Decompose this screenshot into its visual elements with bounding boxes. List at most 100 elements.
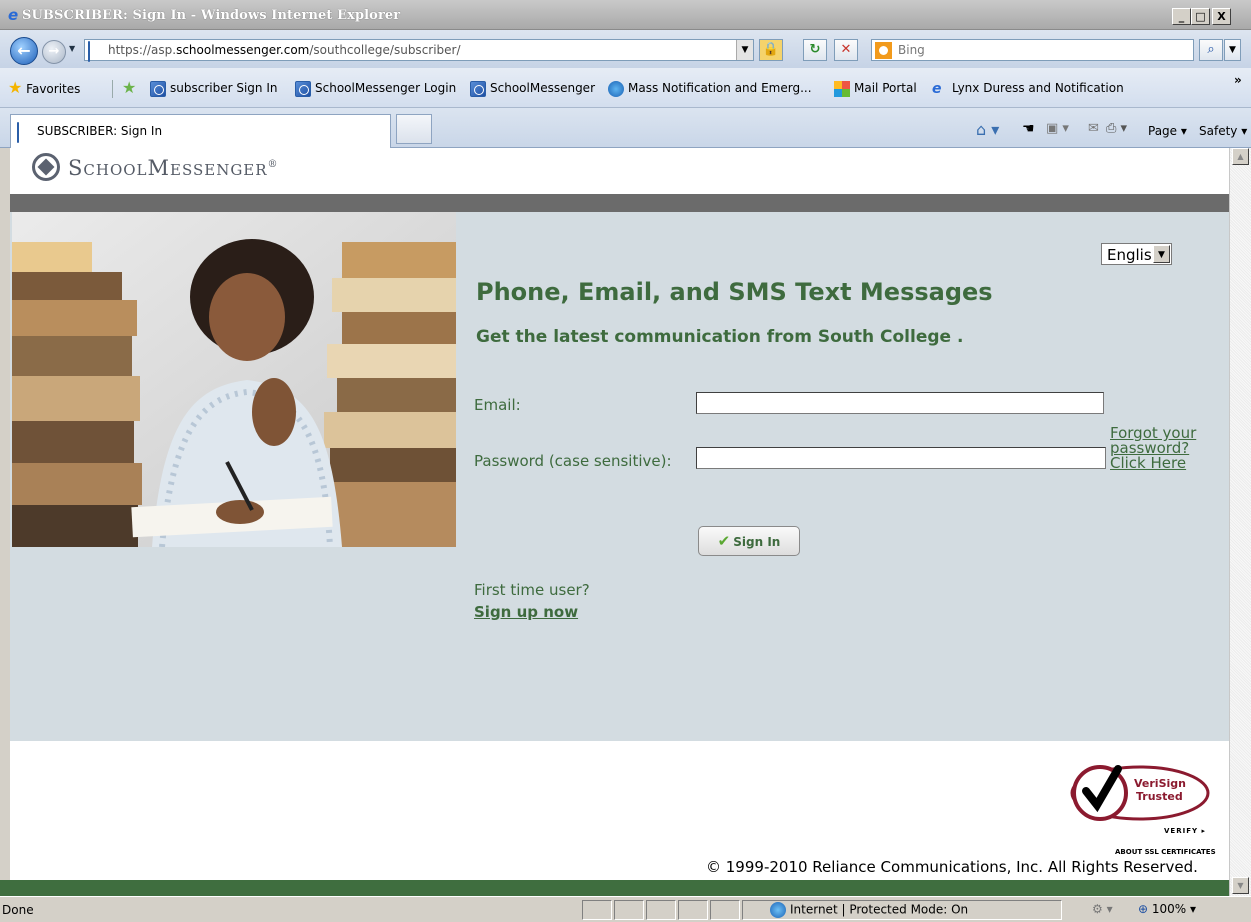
favorite-lynx-duress[interactable]: e Lynx Duress and Notification xyxy=(932,80,1124,97)
bing-icon xyxy=(875,42,892,59)
schoolmessenger-icon xyxy=(470,80,486,97)
favorite-schoolmessenger-login[interactable]: SchoolMessenger Login xyxy=(295,80,457,97)
favorite-mail-portal[interactable]: Mail Portal xyxy=(834,80,917,97)
verisign-trusted-seal[interactable]: VeriSign Trusted VERIFY ▸ ABOUT SSL CERT… xyxy=(1070,753,1216,856)
schoolmessenger-logo-icon xyxy=(32,153,60,181)
chevron-down-icon: ▼ xyxy=(1153,245,1170,263)
favorite-label: SchoolMessenger Login xyxy=(315,81,457,95)
add-to-favorites-icon[interactable]: ★ xyxy=(122,80,136,96)
scroll-down-icon[interactable]: ▼ xyxy=(1232,877,1249,894)
stop-icon[interactable]: ✕ xyxy=(834,39,858,61)
recent-pages-dropdown-icon[interactable]: ▼ xyxy=(69,43,81,55)
status-bar: Done Internet | Protected Mode: On ⚙ ▾ ⊕… xyxy=(0,896,1251,922)
about-ssl-link[interactable]: ABOUT SSL CERTIFICATES xyxy=(1115,848,1216,856)
address-dropdown-icon[interactable]: ▼ xyxy=(736,40,753,60)
forgot-password-link[interactable]: Forgot your password? Click Here xyxy=(1110,426,1220,471)
sign-in-button[interactable]: ✔ Sign In xyxy=(698,526,800,556)
back-button[interactable]: ← xyxy=(10,37,38,65)
favorite-label: Mass Notification and Emerg... xyxy=(628,81,812,95)
protected-mode-icon[interactable]: ⚙ ▾ xyxy=(1092,902,1113,916)
window-title-bar[interactable]: e SUBSCRIBER: Sign In - Windows Internet… xyxy=(0,0,1251,30)
tab-bar: SUBSCRIBER: Sign In ⌂ ▾ ☚ ▣ ▾ ✉ ⎙ ▾ Page… xyxy=(0,108,1251,148)
windows-flag-icon xyxy=(834,80,850,97)
close-button[interactable]: X xyxy=(1212,8,1231,25)
minimize-button[interactable]: _ xyxy=(1172,8,1191,25)
zoom-level[interactable]: ⊕ 100% ▾ xyxy=(1138,902,1196,916)
language-select[interactable]: English ▼ xyxy=(1101,243,1172,265)
verify-text: VERIFY ▸ xyxy=(1164,827,1206,835)
favorite-subscriber-sign-in[interactable]: subscriber Sign In xyxy=(150,80,278,97)
zone-label: Internet | Protected Mode: On xyxy=(790,902,969,917)
page-subheading: Get the latest communication from South … xyxy=(476,327,964,347)
schoolmessenger-icon xyxy=(295,80,311,97)
favorite-mass-notification[interactable]: Mass Notification and Emerg... xyxy=(608,80,812,97)
brand-trademark: ® xyxy=(267,159,279,170)
address-toolbar: ← → ▼ https://asp.schoolmessenger.com/so… xyxy=(0,30,1251,68)
page-menu[interactable]: Page ▾ xyxy=(1148,124,1187,138)
status-segment xyxy=(678,900,708,920)
address-url[interactable]: https://asp.schoolmessenger.com/southcol… xyxy=(108,43,461,57)
brand-text: SchoolMessenger xyxy=(68,156,268,180)
favorites-button[interactable]: ★ Favorites xyxy=(8,78,81,97)
safety-menu[interactable]: Safety ▾ xyxy=(1199,124,1247,138)
email-field[interactable] xyxy=(696,392,1104,414)
forward-button[interactable]: → xyxy=(42,40,66,64)
favorites-star-icon: ★ xyxy=(8,78,23,97)
home-icon[interactable]: ⌂ ▾ xyxy=(976,120,999,139)
new-tab-button[interactable] xyxy=(396,114,432,144)
print-icon[interactable]: ⎙ ▾ xyxy=(1106,121,1127,136)
safety-menu-label: Safety xyxy=(1199,124,1238,138)
status-segment xyxy=(710,900,740,920)
hand-icon[interactable]: ☚ xyxy=(1022,121,1035,137)
login-panel: English ▼ Phone, Email, and SMS Text Mes… xyxy=(10,212,1229,741)
verisign-name: VeriSign xyxy=(1134,777,1186,790)
favorites-divider xyxy=(112,80,113,98)
email-label: Email: xyxy=(474,396,521,414)
favorites-label: Favorites xyxy=(26,82,81,96)
site-favicon-icon xyxy=(88,41,90,62)
vertical-scrollbar[interactable]: ▲ ▼ xyxy=(1229,148,1251,896)
favorite-label: SchoolMessenger xyxy=(490,81,595,95)
page-heading: Phone, Email, and SMS Text Messages xyxy=(476,278,993,306)
mail-icon[interactable]: ✉ xyxy=(1088,121,1099,136)
maximize-button[interactable]: □ xyxy=(1191,8,1210,25)
sign-up-link[interactable]: Sign up now xyxy=(474,603,578,621)
favorite-schoolmessenger[interactable]: SchoolMessenger xyxy=(470,80,595,97)
verisign-trusted: Trusted xyxy=(1136,790,1183,803)
refresh-icon[interactable]: ↻ xyxy=(803,39,827,61)
search-placeholder: Bing xyxy=(898,43,925,57)
password-label: Password (case sensitive): xyxy=(474,452,672,470)
password-field[interactable] xyxy=(696,447,1106,469)
page-content: SchoolMessenger® English ▼ Phone, Email,… xyxy=(10,148,1229,880)
status-segment xyxy=(614,900,644,920)
status-segment xyxy=(646,900,676,920)
globe-icon xyxy=(608,80,624,97)
zoom-value: 100% xyxy=(1151,902,1187,916)
sign-in-label: Sign In xyxy=(733,535,781,549)
globe-icon xyxy=(770,902,786,918)
favorites-bar: ★ Favorites ★ subscriber Sign In SchoolM… xyxy=(0,68,1251,108)
search-input[interactable]: Bing xyxy=(871,39,1194,61)
search-icon[interactable]: ⌕ xyxy=(1199,39,1223,61)
favorite-label: subscriber Sign In xyxy=(170,81,278,95)
student-studying-photo xyxy=(12,212,456,547)
window-title: SUBSCRIBER: Sign In - Windows Internet E… xyxy=(22,8,401,23)
first-time-user-text: First time user? xyxy=(474,581,590,599)
schoolmessenger-icon xyxy=(17,122,19,143)
tab-label: SUBSCRIBER: Sign In xyxy=(37,124,163,138)
security-zone[interactable]: Internet | Protected Mode: On xyxy=(770,902,968,918)
more-favorites-chevron-icon[interactable]: » xyxy=(1234,72,1242,88)
favorite-label: Mail Portal xyxy=(854,81,917,95)
internet-explorer-icon: e xyxy=(932,80,942,97)
page-menu-label: Page xyxy=(1148,124,1178,138)
feeds-icon[interactable]: ▣ ▾ xyxy=(1046,121,1069,136)
page-footer: VeriSign Trusted VERIFY ▸ ABOUT SSL CERT… xyxy=(10,741,1229,880)
scroll-up-icon[interactable]: ▲ xyxy=(1232,148,1249,165)
footer-green-bar xyxy=(0,880,1229,896)
url-domain: schoolmessenger.com xyxy=(176,43,310,57)
security-lock-icon[interactable]: 🔒 xyxy=(759,39,783,61)
tab-subscriber-sign-in[interactable]: SUBSCRIBER: Sign In xyxy=(10,114,391,148)
brand-name: SchoolMessenger® xyxy=(68,156,279,180)
address-bar[interactable]: https://asp.schoolmessenger.com/southcol… xyxy=(84,39,754,62)
search-options-dropdown-icon[interactable]: ▼ xyxy=(1224,39,1241,61)
